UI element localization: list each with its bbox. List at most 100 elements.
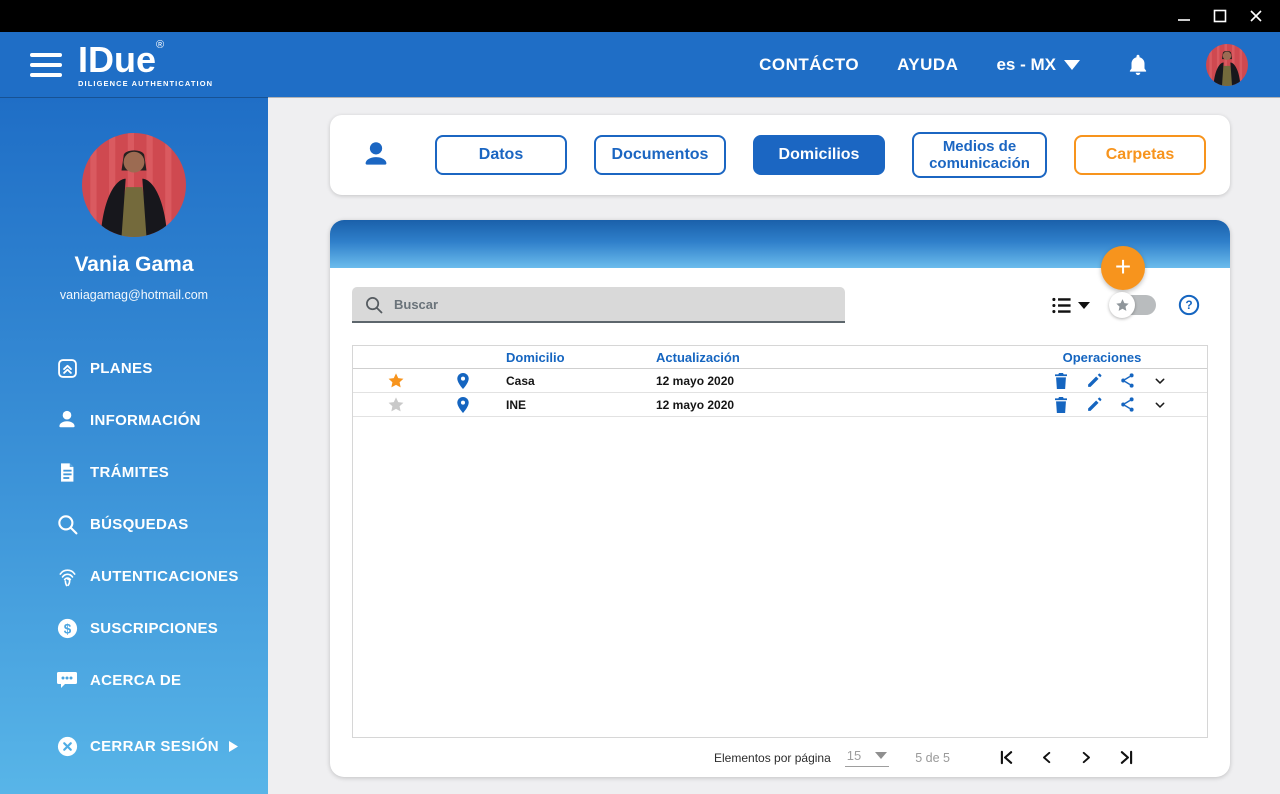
chat-icon: [55, 668, 79, 692]
logout-button[interactable]: CERRAR SESIÓN: [0, 720, 268, 772]
items-per-page-select[interactable]: 15: [844, 748, 890, 767]
star-icon: [1109, 292, 1135, 318]
person-icon: [55, 408, 79, 432]
document-icon: [55, 460, 79, 484]
previous-page-icon[interactable]: [1038, 749, 1055, 766]
location-pin-icon[interactable]: [454, 396, 472, 414]
registered-mark: ®: [156, 38, 165, 51]
sidebar-item-informacion[interactable]: INFORMACIÓN: [0, 394, 268, 446]
edit-icon[interactable]: [1085, 372, 1103, 390]
sidebar-item-planes[interactable]: PLANES: [0, 342, 268, 394]
sidebar: Vania Gama vaniagamag@hotmail.com PLANES: [0, 97, 268, 794]
column-header-domicilio: Domicilio: [506, 349, 565, 365]
favorite-star-icon[interactable]: [387, 396, 405, 414]
cell-domicilio: Casa: [506, 373, 535, 388]
items-per-page-value: 15: [846, 748, 862, 763]
logout-icon: [55, 734, 79, 758]
items-per-page-label: Elementos por página: [714, 750, 831, 765]
pagination-bar: Elementos por página 15 5 de 5: [330, 738, 1230, 777]
logout-label: CERRAR SESIÓN: [90, 737, 219, 755]
sidebar-item-label: BÚSQUEDAS: [90, 515, 189, 533]
sidebar-item-autenticaciones[interactable]: AUTENTICACIONES: [0, 550, 268, 602]
profile-photo[interactable]: [82, 133, 186, 237]
share-icon[interactable]: [1118, 396, 1136, 414]
close-icon[interactable]: [1238, 0, 1274, 32]
toolbar-icons: ?: [1051, 292, 1200, 318]
domicilios-panel: + Buscar ? Domicilio Actualización Opera…: [330, 220, 1230, 777]
sidebar-item-label: ACERCA DE: [90, 671, 182, 689]
avatar[interactable]: [1206, 43, 1248, 86]
minimize-icon[interactable]: [1166, 0, 1202, 32]
sidebar-item-tramites[interactable]: TRÁMITES: [0, 446, 268, 498]
help-link[interactable]: AYUDA: [897, 55, 958, 75]
sidebar-item-label: PLANES: [90, 359, 153, 377]
tab-datos[interactable]: Datos: [435, 135, 567, 175]
svg-text:?: ?: [1185, 298, 1192, 312]
cell-domicilio: INE: [506, 397, 527, 412]
last-page-icon[interactable]: [1118, 749, 1135, 766]
sidebar-item-label: AUTENTICACIONES: [90, 567, 239, 585]
cell-actualizacion: 12 mayo 2020: [656, 397, 735, 412]
sidebar-item-label: INFORMACIÓN: [90, 411, 201, 429]
main-content: Datos Documentos Domicilios Medios de co…: [268, 97, 1280, 794]
search-input[interactable]: [352, 287, 845, 323]
maximize-icon[interactable]: [1202, 0, 1238, 32]
search-icon: [366, 297, 383, 314]
sidebar-item-acerca-de[interactable]: ACERCA DE: [0, 654, 268, 706]
add-button[interactable]: +: [1101, 246, 1145, 290]
dollar-icon: $: [55, 616, 79, 640]
app-header: IDue® DILIGENCE AUTHENTICATION CONTÁCTO …: [0, 32, 1280, 97]
tab-carpetas[interactable]: Carpetas: [1074, 135, 1206, 175]
table-row: INE 12 mayo 2020: [353, 393, 1207, 417]
delete-icon[interactable]: [1052, 372, 1070, 390]
tabs: Datos Documentos Domicilios Medios de co…: [435, 132, 1206, 178]
search-icon: [55, 512, 79, 536]
section-tabs-card: Datos Documentos Domicilios Medios de co…: [330, 115, 1230, 195]
contact-link[interactable]: CONTÁCTO: [759, 55, 859, 75]
tab-medios-de-comunicacion[interactable]: Medios de comunicación: [912, 132, 1047, 178]
cell-actualizacion: 12 mayo 2020: [656, 373, 735, 388]
sidebar-item-label: SUSCRIPCIONES: [90, 619, 219, 637]
language-selector[interactable]: es - MX: [996, 55, 1080, 75]
expand-row-icon[interactable]: [1151, 372, 1169, 390]
favorite-star-icon[interactable]: [387, 372, 405, 390]
notifications-bell-icon[interactable]: [1126, 52, 1150, 78]
logo-subtitle: DILIGENCE AUTHENTICATION: [78, 78, 214, 88]
list-view-selector[interactable]: [1051, 296, 1090, 315]
chevron-down-icon: [1078, 301, 1090, 309]
next-page-icon[interactable]: [1078, 749, 1095, 766]
search-box: [352, 287, 845, 323]
tab-documentos[interactable]: Documentos: [594, 135, 726, 175]
profile-section: Vania Gama vaniagamag@hotmail.com: [0, 97, 268, 302]
first-page-icon[interactable]: [998, 749, 1015, 766]
chevron-down-icon: [875, 752, 888, 759]
list-icon: [1052, 297, 1071, 313]
expand-row-icon[interactable]: [1151, 396, 1169, 414]
column-header-operaciones: Operaciones: [1062, 349, 1142, 365]
table-row: Casa 12 mayo 2020: [353, 369, 1207, 393]
sidebar-menu: PLANES INFORMACIÓN TRÁMITES BÚSQUEDAS AU…: [0, 342, 268, 772]
location-pin-icon[interactable]: [454, 372, 472, 390]
panel-banner: +: [330, 220, 1230, 290]
profile-name: Vania Gama: [74, 253, 194, 276]
share-icon[interactable]: [1118, 372, 1136, 390]
table-header-row: Domicilio Actualización Operaciones: [353, 346, 1207, 369]
domicilios-table: Domicilio Actualización Operaciones Casa…: [352, 345, 1208, 738]
menu-icon[interactable]: [30, 52, 62, 77]
sidebar-item-suscripciones[interactable]: $ SUSCRIPCIONES: [0, 602, 268, 654]
page-range-label: 5 de 5: [915, 750, 950, 765]
tab-domicilios[interactable]: Domicilios: [753, 135, 885, 175]
window-titlebar: [0, 0, 1280, 32]
profile-email: vaniagamag@hotmail.com: [59, 288, 209, 302]
sidebar-item-label: TRÁMITES: [90, 463, 170, 481]
chevron-down-icon: [1064, 59, 1080, 70]
person-icon: [365, 142, 387, 165]
help-icon[interactable]: ?: [1178, 294, 1200, 316]
plans-icon: [55, 356, 79, 380]
favorites-filter-toggle[interactable]: [1109, 292, 1156, 318]
delete-icon[interactable]: [1052, 396, 1070, 414]
sidebar-item-busquedas[interactable]: BÚSQUEDAS: [0, 498, 268, 550]
pager-controls: [998, 749, 1135, 766]
arrow-right-icon: [228, 740, 239, 753]
edit-icon[interactable]: [1085, 396, 1103, 414]
